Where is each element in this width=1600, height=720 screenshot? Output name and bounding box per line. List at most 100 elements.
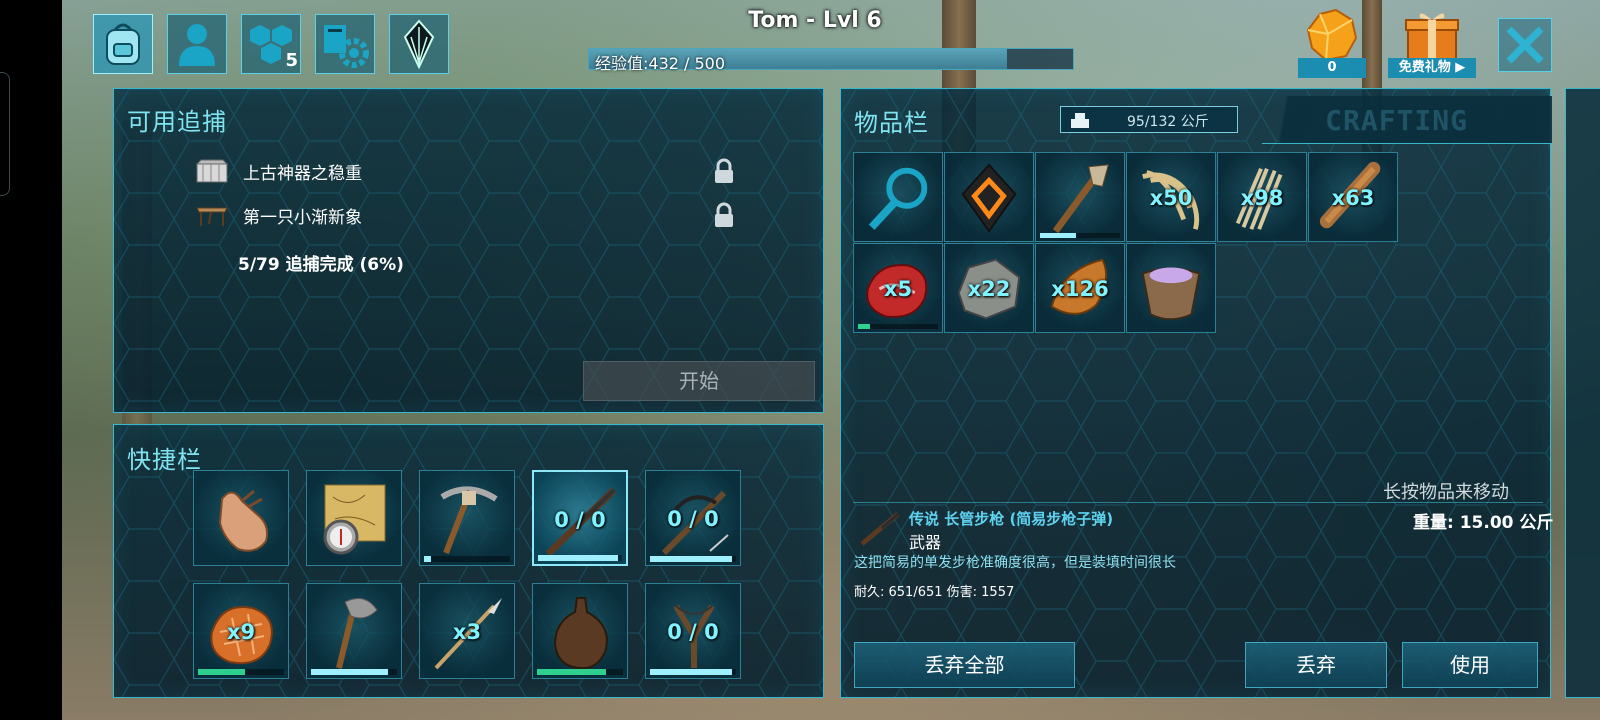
drop-all-button[interactable]: 丢弃全部 — [854, 642, 1075, 688]
inventory-slot[interactable]: x126 — [1035, 243, 1125, 333]
hotbar-slot[interactable]: 0 / 0 — [645, 470, 741, 566]
selected-item-name: 传说 长管步枪 (简易步枪子弹) — [909, 510, 1114, 528]
durability-bar — [650, 556, 736, 562]
side-drawer-handle[interactable] — [0, 72, 10, 196]
pickaxe-icon — [440, 486, 498, 555]
durability-bar — [650, 669, 736, 675]
free-gift-label: 免费礼物 — [1398, 60, 1451, 75]
waterskin-icon — [553, 597, 608, 670]
durability-bar — [311, 669, 397, 675]
amber-gem-icon — [1306, 8, 1358, 62]
tab-tribe-settings[interactable] — [315, 14, 375, 74]
move-hint: 长按物品来移动 — [1383, 482, 1509, 503]
quest-progress: 5/79 追捕完成 (6%) — [238, 255, 404, 275]
selected-item-stats: 耐久: 651/651 伤害: 1557 — [854, 585, 1015, 600]
inventory-title: 物品栏 — [854, 109, 929, 137]
torch-icon — [1052, 164, 1109, 234]
quest-item[interactable]: 第一只小渐新象 — [195, 200, 362, 230]
experience-text: 经验值:432 / 500 — [595, 54, 726, 73]
item-quantity: 0 / 0 — [554, 508, 606, 532]
inventory-slot[interactable] — [1126, 243, 1216, 333]
map-compass-icon — [323, 484, 386, 555]
hotbar-slot[interactable]: 0 / 0 — [532, 470, 628, 566]
selected-item-rifle-icon — [860, 512, 900, 546]
durability-bar — [424, 556, 510, 562]
table-icon — [196, 207, 228, 226]
inventory-slot[interactable] — [853, 152, 943, 242]
item-quantity: 0 / 0 — [667, 507, 719, 531]
item-quantity: x22 — [967, 277, 1011, 301]
inventory-slot[interactable] — [944, 152, 1034, 242]
tab-crafting[interactable]: CRAFTING — [1262, 96, 1552, 144]
hand-icon — [218, 489, 269, 552]
item-quantity: x126 — [1051, 277, 1109, 301]
item-quantity: x3 — [452, 620, 482, 644]
experience-bar: 经验值:432 / 500 — [588, 48, 1074, 73]
mortar-icon — [1141, 267, 1201, 321]
weight-indicator: 95/132 公斤 — [1060, 106, 1238, 133]
durability-bar — [538, 555, 622, 561]
item-quantity: x98 — [1240, 186, 1284, 210]
weight-text: 95/132 公斤 — [1127, 114, 1209, 130]
tab-inventory[interactable] — [93, 14, 153, 74]
tab-engrams[interactable]: 5 — [241, 14, 301, 74]
inventory-slot[interactable]: x50 — [1126, 152, 1216, 242]
item-quantity: x5 — [883, 277, 913, 301]
durability-bar — [1040, 233, 1120, 238]
free-gift-button[interactable]: 免费礼物 ▶ — [1388, 8, 1476, 78]
lock-icon — [715, 158, 733, 183]
durability-bar — [537, 669, 623, 675]
quests-title: 可用追捕 — [127, 108, 227, 136]
hotbar-slot[interactable]: 0 / 0 — [645, 583, 741, 679]
hotbar-slot[interactable] — [193, 470, 289, 566]
inventory-slot[interactable]: x98 — [1217, 152, 1307, 242]
gift-box-icon — [1405, 13, 1459, 61]
chest-icon — [195, 159, 229, 183]
tab-obelisk[interactable] — [389, 14, 449, 74]
character-icon — [179, 24, 215, 66]
durability-bar — [858, 324, 938, 329]
divider — [853, 502, 1543, 503]
lock-icon — [715, 202, 733, 227]
tribe-settings-icon — [324, 25, 369, 68]
quest-item[interactable]: 上古神器之稳重 — [195, 156, 362, 186]
player-name-level: Tom - Lvl 6 — [748, 8, 882, 33]
implant-icon — [961, 163, 1017, 233]
backpack-icon — [106, 23, 140, 65]
inventory-slot[interactable]: x5 — [853, 243, 943, 333]
close-icon — [1506, 26, 1544, 64]
item-quantity: x63 — [1331, 186, 1375, 210]
hotbar-slot[interactable] — [306, 470, 402, 566]
inventory-slot[interactable]: x63 — [1308, 152, 1398, 242]
hotbar-slot[interactable]: x9 — [193, 583, 289, 679]
weight-icon — [1071, 113, 1089, 128]
gem-amount: 0 — [1298, 58, 1366, 78]
inventory-slot[interactable]: x22 — [944, 243, 1034, 333]
selected-item-category: 武器 — [909, 533, 942, 552]
next-panel-edge[interactable] — [1565, 88, 1600, 698]
play-arrow-icon: ▶ — [1455, 60, 1466, 75]
gem-currency[interactable]: 0 — [1298, 8, 1366, 78]
item-quantity: 0 / 0 — [667, 620, 719, 644]
item-quantity: x9 — [226, 620, 256, 644]
search-icon — [868, 167, 928, 230]
crafting-tab-label: CRAFTING — [1325, 104, 1468, 137]
selected-item-weight: 重量: 15.00 公斤 — [1413, 513, 1554, 533]
quest-label: 第一只小渐新象 — [243, 207, 362, 228]
hotbar-title: 快捷栏 — [127, 446, 202, 474]
start-button[interactable]: 开始 — [583, 361, 815, 401]
hotbar-slot[interactable] — [532, 583, 628, 679]
engram-points-badge: 5 — [285, 50, 298, 71]
quest-label: 上古神器之稳重 — [243, 163, 362, 184]
selected-item-description: 这把简易的单发步枪准确度很高，但是装填时间很长 — [854, 555, 1176, 571]
durability-bar — [198, 669, 284, 675]
use-button[interactable]: 使用 — [1402, 642, 1538, 688]
hotbar-slot[interactable]: x3 — [419, 583, 515, 679]
inventory-slot[interactable] — [1035, 152, 1125, 242]
drop-button[interactable]: 丢弃 — [1245, 642, 1387, 688]
close-button[interactable] — [1498, 18, 1552, 72]
stone-hatchet-icon — [336, 597, 378, 669]
hotbar-slot[interactable] — [419, 470, 515, 566]
tab-character[interactable] — [167, 14, 227, 74]
hotbar-slot[interactable] — [306, 583, 402, 679]
